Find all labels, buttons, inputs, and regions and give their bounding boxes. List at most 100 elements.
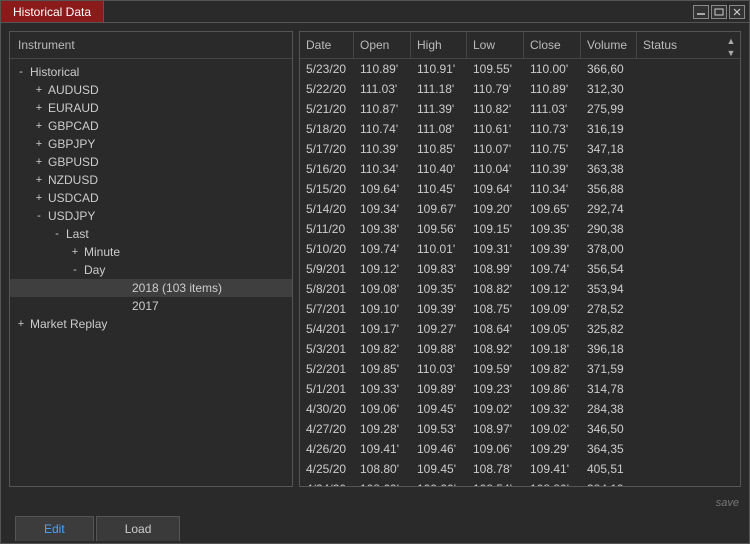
tree-node-label: GBPUSD: [48, 155, 99, 169]
minimize-button[interactable]: [693, 5, 709, 19]
save-link[interactable]: save: [1, 495, 749, 513]
cell-volume: 347,18: [581, 142, 637, 156]
tree-node-label: Historical: [30, 65, 79, 79]
cell-date: 5/7/201: [300, 302, 354, 316]
cell-high: 110.91': [411, 62, 467, 76]
table-row[interactable]: 4/30/20109.06'109.45'109.02'109.32'284,3…: [300, 399, 740, 419]
tab-load[interactable]: Load: [96, 516, 181, 541]
cell-open: 110.74': [354, 122, 411, 136]
table-row[interactable]: 5/22/20111.03'111.18'110.79'110.89'312,3…: [300, 79, 740, 99]
close-button[interactable]: [729, 5, 745, 19]
col-status[interactable]: Status: [637, 32, 689, 58]
tree-body[interactable]: -Historical+AUDUSD+EURAUD+GBPCAD+GBPJPY+…: [10, 59, 292, 486]
cell-high: 109.45': [411, 402, 467, 416]
cell-close: 109.09': [524, 302, 581, 316]
window: Historical Data Instrument -Historical+A…: [0, 0, 750, 544]
tree-node[interactable]: +AUDUSD: [10, 81, 292, 99]
table-row[interactable]: 5/3/201109.82'109.88'108.92'109.18'396,1…: [300, 339, 740, 359]
cell-low: 110.04': [467, 162, 524, 176]
table-row[interactable]: 5/11/20109.38'109.56'109.15'109.35'290,3…: [300, 219, 740, 239]
expand-icon[interactable]: +: [16, 318, 26, 330]
tree-node[interactable]: +Minute: [10, 243, 292, 261]
tree-node[interactable]: -USDJPY: [10, 207, 292, 225]
table-row[interactable]: 4/24/20108.69'109.20'108.54'108.80'384,1…: [300, 479, 740, 486]
tree-node[interactable]: +USDCAD: [10, 189, 292, 207]
cell-close: 110.89': [524, 82, 581, 96]
col-low[interactable]: Low: [467, 32, 524, 58]
expand-icon[interactable]: +: [34, 192, 44, 204]
cell-date: 5/15/20: [300, 182, 354, 196]
collapse-icon[interactable]: -: [16, 66, 26, 78]
tree-node[interactable]: +NZDUSD: [10, 171, 292, 189]
tree-node[interactable]: + GBPUSD: [10, 153, 292, 171]
cell-high: 110.03': [411, 362, 467, 376]
cell-date: 5/14/20: [300, 202, 354, 216]
scroll-down-icon[interactable]: ▼: [724, 48, 738, 58]
table-row[interactable]: 5/10/20109.74'110.01'109.31'109.39'378,0…: [300, 239, 740, 259]
table-row[interactable]: 5/4/201109.17'109.27'108.64'109.05'325,8…: [300, 319, 740, 339]
cell-low: 110.82': [467, 102, 524, 116]
tree-node[interactable]: -Historical: [10, 63, 292, 81]
collapse-icon[interactable]: -: [34, 210, 44, 222]
cell-low: 108.64': [467, 322, 524, 336]
footer-tabs: Edit Load: [1, 513, 749, 541]
expand-icon[interactable]: +: [34, 84, 44, 96]
tree-node[interactable]: -Day: [10, 261, 292, 279]
cell-low: 109.02': [467, 402, 524, 416]
cell-date: 5/16/20: [300, 162, 354, 176]
cell-open: 109.85': [354, 362, 411, 376]
tree-node-label: 2017: [132, 299, 159, 313]
table-row[interactable]: 5/15/20109.64'110.45'109.64'110.34'356,8…: [300, 179, 740, 199]
tree-node[interactable]: + GBPJPY: [10, 135, 292, 153]
tree-node[interactable]: +EURAUD: [10, 99, 292, 117]
tree-node[interactable]: +2018 (103 items): [10, 279, 292, 297]
table-row[interactable]: 5/2/201109.85'110.03'109.59'109.82'371,5…: [300, 359, 740, 379]
tree-node[interactable]: +Market Replay: [10, 315, 292, 333]
cell-high: 109.35': [411, 282, 467, 296]
table-row[interactable]: 5/16/20110.34'110.40'110.04'110.39'363,3…: [300, 159, 740, 179]
tree-node[interactable]: +GBPCAD: [10, 117, 292, 135]
grid-body[interactable]: 5/23/20110.89'110.91'109.55'110.00'366,6…: [300, 59, 740, 486]
collapse-icon[interactable]: -: [52, 228, 62, 240]
table-row[interactable]: 5/7/201109.10'109.39'108.75'109.09'278,5…: [300, 299, 740, 319]
table-row[interactable]: 4/25/20108.80'109.45'108.78'109.41'405,5…: [300, 459, 740, 479]
tab-edit[interactable]: Edit: [15, 516, 94, 541]
col-close[interactable]: Close: [524, 32, 581, 58]
cell-volume: 292,74: [581, 202, 637, 216]
table-row[interactable]: 4/27/20109.28'109.53'108.97'109.02'346,5…: [300, 419, 740, 439]
col-high[interactable]: High: [411, 32, 467, 58]
cell-close: 109.82': [524, 362, 581, 376]
cell-open: 110.87': [354, 102, 411, 116]
cell-high: 111.08': [411, 122, 467, 136]
tree-node[interactable]: -Last: [10, 225, 292, 243]
expand-icon[interactable]: +: [34, 138, 44, 150]
col-volume[interactable]: Volume: [581, 32, 637, 58]
col-open[interactable]: Open: [354, 32, 411, 58]
cell-close: 110.75': [524, 142, 581, 156]
expand-icon[interactable]: +: [34, 156, 44, 168]
cell-low: 110.61': [467, 122, 524, 136]
tree-node-label: GBPJPY: [48, 137, 95, 151]
cell-volume: 384,19: [581, 482, 637, 486]
table-row[interactable]: 5/14/20109.34'109.67'109.20'109.65'292,7…: [300, 199, 740, 219]
collapse-icon[interactable]: -: [70, 264, 80, 276]
titlebar: Historical Data: [1, 1, 749, 23]
expand-icon[interactable]: +: [34, 174, 44, 186]
table-row[interactable]: 5/1/201109.33'109.89'109.23'109.86'314,7…: [300, 379, 740, 399]
expand-icon[interactable]: +: [34, 120, 44, 132]
expand-icon[interactable]: +: [34, 102, 44, 114]
col-date[interactable]: Date: [300, 32, 354, 58]
table-row[interactable]: 5/9/201109.12'109.83'108.99'109.74'356,5…: [300, 259, 740, 279]
table-row[interactable]: 5/17/20110.39'110.85'110.07'110.75'347,1…: [300, 139, 740, 159]
table-row[interactable]: 5/18/20110.74'111.08'110.61'110.73'316,1…: [300, 119, 740, 139]
table-row[interactable]: 5/23/20110.89'110.91'109.55'110.00'366,6…: [300, 59, 740, 79]
cell-open: 109.08': [354, 282, 411, 296]
cell-volume: 371,59: [581, 362, 637, 376]
table-row[interactable]: 5/21/20110.87'111.39'110.82'111.03'275,9…: [300, 99, 740, 119]
scroll-up-icon[interactable]: ▲: [724, 36, 738, 46]
table-row[interactable]: 5/8/201109.08'109.35'108.82'109.12'353,9…: [300, 279, 740, 299]
maximize-button[interactable]: [711, 5, 727, 19]
table-row[interactable]: 4/26/20109.41'109.46'109.06'109.29'364,3…: [300, 439, 740, 459]
tree-node[interactable]: +2017: [10, 297, 292, 315]
expand-icon[interactable]: +: [70, 246, 80, 258]
